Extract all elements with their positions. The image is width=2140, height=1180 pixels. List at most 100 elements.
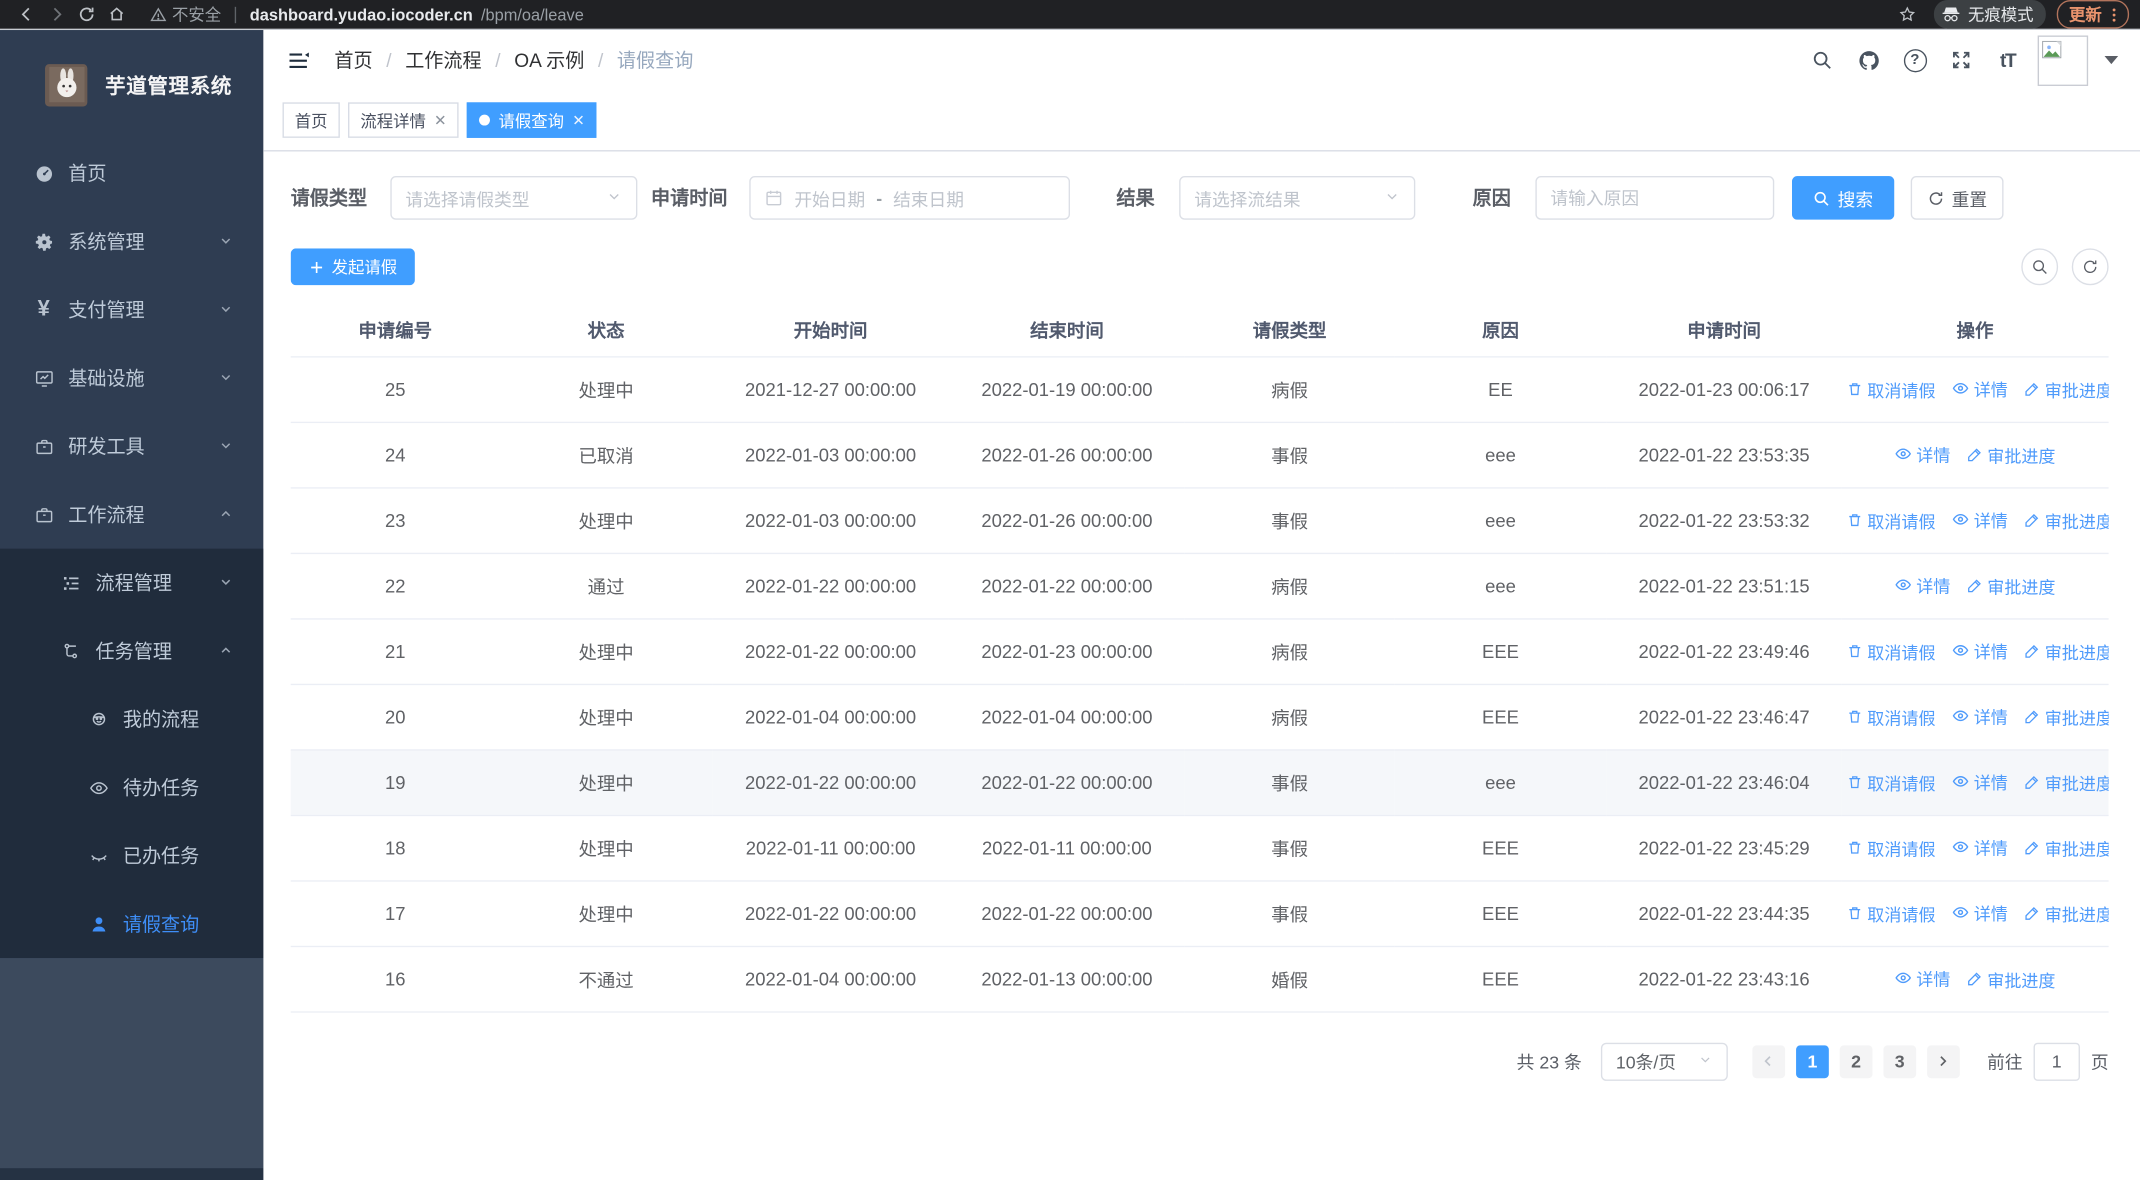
cell-leave-type: 事假 <box>1185 421 1395 488</box>
leave-type-select[interactable]: 请选择请假类型 <box>390 176 638 220</box>
detail-link[interactable]: 详情 <box>1952 834 2008 860</box>
result-select[interactable]: 请选择流结果 <box>1179 176 1416 220</box>
tab-home[interactable]: 首页 <box>282 102 340 138</box>
cancel-leave-link[interactable]: 取消请假 <box>1847 900 1936 926</box>
detail-link[interactable]: 详情 <box>1952 638 2008 664</box>
sidebar-item-task-mgmt[interactable]: 任务管理 <box>0 617 263 685</box>
sidebar-item-leave-query[interactable]: 请假查询 <box>0 890 263 958</box>
cell-reason: eee <box>1394 421 1607 488</box>
tab-leave-query[interactable]: 请假查询 ✕ <box>467 102 598 138</box>
cancel-leave-link[interactable]: 取消请假 <box>1847 835 1936 861</box>
address-bar[interactable]: 不安全 dashboard.yudao.iocoder.cn/bpm/oa/le… <box>150 3 1893 26</box>
progress-link[interactable]: 审批进度 <box>2024 507 2109 533</box>
progress-link[interactable]: 审批进度 <box>2024 835 2109 861</box>
next-page-button[interactable] <box>1927 1044 1960 1078</box>
sidebar-item-devtools[interactable]: 研发工具 <box>0 412 263 480</box>
sidebar-item-payment[interactable]: ¥ 支付管理 <box>0 276 263 344</box>
reason-input[interactable] <box>1550 187 1760 209</box>
cell-end-time: 2022-01-04 00:00:00 <box>948 683 1186 750</box>
detail-link[interactable]: 详情 <box>1952 769 2008 795</box>
close-icon[interactable]: ✕ <box>572 111 585 129</box>
toggle-search-button[interactable] <box>2021 248 2059 286</box>
progress-link[interactable]: 审批进度 <box>2024 376 2109 402</box>
detail-link[interactable]: 详情 <box>1952 507 2008 533</box>
refresh-table-button[interactable] <box>2071 248 2109 286</box>
detail-link[interactable]: 详情 <box>1952 900 2008 926</box>
avatar[interactable] <box>2037 34 2089 86</box>
progress-link[interactable]: 审批进度 <box>2024 769 2109 795</box>
yen-icon: ¥ <box>37 297 50 321</box>
range-separator: - <box>876 187 883 209</box>
fullscreen-icon[interactable] <box>1945 44 1978 77</box>
detail-link[interactable]: 详情 <box>1894 572 1950 598</box>
sidebar-item-process-mgmt[interactable]: 流程管理 <box>0 549 263 617</box>
progress-link[interactable]: 审批进度 <box>1967 442 2056 468</box>
cancel-leave-link[interactable]: 取消请假 <box>1847 704 1936 730</box>
close-icon[interactable]: ✕ <box>434 111 447 129</box>
cancel-leave-link[interactable]: 取消请假 <box>1847 638 1936 664</box>
closed-eye-icon <box>87 845 109 867</box>
search-icon[interactable] <box>1806 44 1839 77</box>
col-start-time: 开始时间 <box>712 301 949 357</box>
edit-pen-icon <box>1968 448 1982 462</box>
progress-link[interactable]: 审批进度 <box>2024 704 2109 730</box>
bookmark-star-icon[interactable] <box>1893 2 1923 27</box>
detail-link[interactable]: 详情 <box>1952 703 2008 729</box>
prev-page-button[interactable] <box>1752 1044 1786 1078</box>
page-button-2[interactable]: 2 <box>1839 1044 1873 1078</box>
back-icon[interactable] <box>11 2 41 27</box>
sidebar-item-system[interactable]: 系统管理 <box>0 207 263 275</box>
reload-icon[interactable] <box>71 2 101 27</box>
reset-button[interactable]: 重置 <box>1910 176 2004 220</box>
cancel-leave-link[interactable]: 取消请假 <box>1847 769 1936 795</box>
cell-reason: EEE <box>1394 683 1607 750</box>
cell-actions: 取消请假 详情 审批进度 <box>1841 814 2109 881</box>
detail-link[interactable]: 详情 <box>1952 376 2008 402</box>
progress-link[interactable]: 审批进度 <box>2024 638 2109 664</box>
breadcrumb-item[interactable]: 首页 <box>334 46 372 73</box>
chevron-down-icon <box>218 367 233 389</box>
progress-link[interactable]: 审批进度 <box>1967 573 2056 599</box>
page-button-1[interactable]: 1 <box>1796 1044 1829 1078</box>
sidebar-item-my-process[interactable]: 我的流程 <box>0 685 263 753</box>
cell-end-time: 2022-01-23 00:00:00 <box>948 618 1186 685</box>
cancel-leave-link[interactable]: 取消请假 <box>1847 376 1936 402</box>
forward-icon[interactable] <box>41 2 71 27</box>
apply-time-range-picker[interactable]: 开始日期 - 结束日期 <box>749 176 1071 220</box>
cell-actions: 取消请假 详情 审批进度 <box>1841 749 2109 816</box>
breadcrumb-item[interactable]: 工作流程 <box>373 46 481 73</box>
goto-page-input[interactable] <box>2033 1042 2080 1081</box>
sidebar-item-infrastructure[interactable]: 基础设施 <box>0 344 263 412</box>
sidebar-collapse-strip[interactable] <box>0 1168 264 1180</box>
search-button[interactable]: 搜索 <box>1791 176 1895 220</box>
cell-leave-type: 事假 <box>1185 814 1395 881</box>
progress-link[interactable]: 审批进度 <box>1967 966 2056 992</box>
user-face-icon <box>87 708 109 730</box>
page-button-3[interactable]: 3 <box>1883 1044 1917 1078</box>
gear-icon <box>33 231 55 253</box>
cancel-leave-link[interactable]: 取消请假 <box>1847 507 1936 533</box>
font-size-icon[interactable] <box>1991 44 2024 77</box>
github-icon[interactable] <box>1852 44 1885 77</box>
fold-sidebar-icon[interactable] <box>283 45 313 75</box>
breadcrumb-item[interactable]: OA 示例 <box>482 46 584 73</box>
progress-link[interactable]: 审批进度 <box>2024 900 2109 926</box>
avatar-caret-icon[interactable] <box>2104 55 2119 65</box>
sidebar-item-home[interactable]: 首页 <box>0 139 263 207</box>
sidebar-item-label: 工作流程 <box>68 503 145 526</box>
home-icon[interactable] <box>101 2 131 27</box>
help-icon[interactable]: ? <box>1898 44 1931 77</box>
create-leave-button[interactable]: 发起请假 <box>290 248 415 286</box>
security-warning-icon[interactable]: 不安全 <box>150 3 221 26</box>
page-size-select[interactable]: 10条/页 <box>1600 1042 1728 1081</box>
sidebar-item-done-tasks[interactable]: 已办任务 <box>0 822 263 890</box>
detail-link[interactable]: 详情 <box>1894 965 1950 991</box>
sidebar-item-workflow[interactable]: 工作流程 <box>0 480 263 548</box>
cell-apply-time: 2022-01-22 23:53:32 <box>1606 487 1842 554</box>
tab-process-detail[interactable]: 流程详情 ✕ <box>348 102 459 138</box>
cell-apply-id: 20 <box>290 683 500 750</box>
detail-link[interactable]: 详情 <box>1894 441 1950 467</box>
update-button[interactable]: 更新 <box>2056 0 2130 29</box>
col-leave-type: 请假类型 <box>1185 301 1395 357</box>
sidebar-item-todo-tasks[interactable]: 待办任务 <box>0 753 263 821</box>
